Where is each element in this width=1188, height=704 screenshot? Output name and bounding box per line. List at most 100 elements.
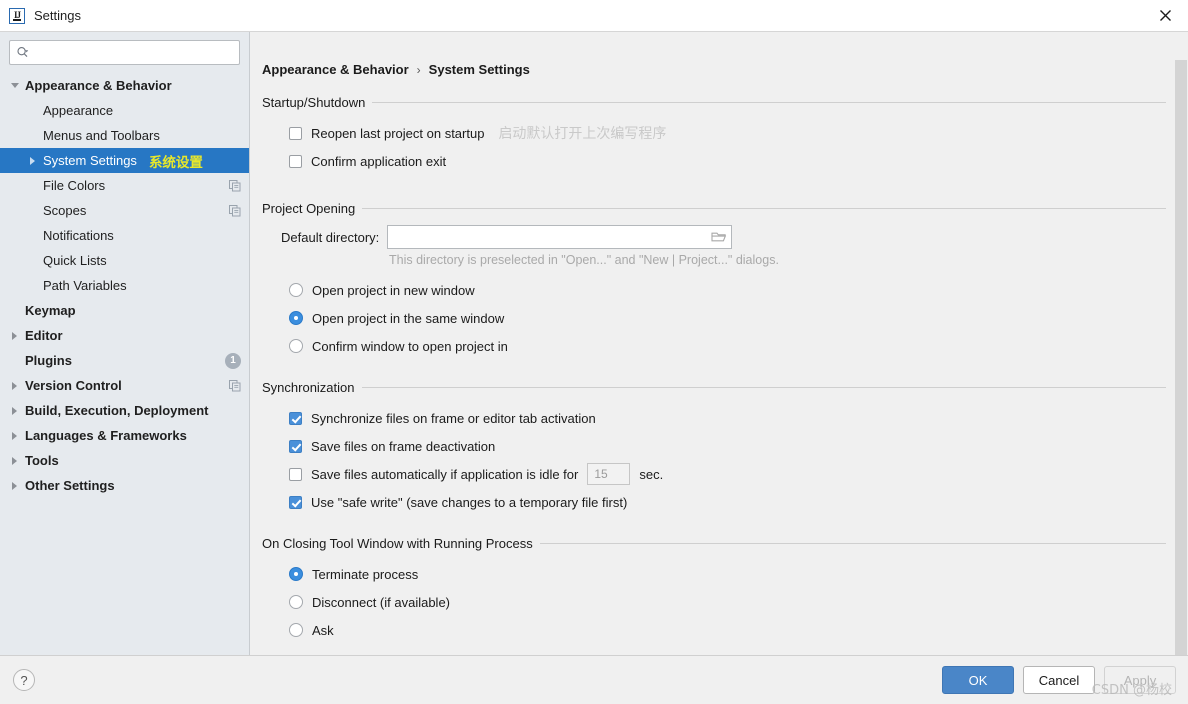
default-directory-input[interactable] bbox=[393, 229, 712, 245]
option-row[interactable]: Save files automatically if application … bbox=[262, 460, 1188, 488]
option-row[interactable]: Open project in the same window bbox=[262, 304, 1188, 332]
sidebar-item-file-colors[interactable]: File Colors bbox=[0, 173, 249, 198]
checkbox[interactable] bbox=[289, 126, 302, 140]
sidebar-item-other-settings[interactable]: Other Settings bbox=[0, 473, 249, 498]
sidebar-item-notifications[interactable]: Notifications bbox=[0, 223, 249, 248]
section-title: On Closing Tool Window with Running Proc… bbox=[262, 536, 533, 551]
radio-button[interactable] bbox=[289, 339, 303, 353]
idle-seconds-input[interactable]: 15 bbox=[587, 463, 631, 485]
checkbox[interactable] bbox=[289, 467, 302, 481]
option-label: Synchronize files on frame or editor tab… bbox=[311, 410, 596, 426]
section-title: Project Opening bbox=[262, 201, 356, 216]
sidebar-item-label: Other Settings bbox=[25, 478, 115, 493]
copy-icon bbox=[229, 204, 241, 217]
sidebar-item-menus-and-toolbars[interactable]: Menus and Toolbars bbox=[0, 123, 249, 148]
chevron-down-icon[interactable] bbox=[10, 80, 21, 91]
content-scrollbar[interactable] bbox=[1174, 60, 1188, 655]
sidebar-item-scopes[interactable]: Scopes bbox=[0, 198, 249, 223]
sidebar-item-path-variables[interactable]: Path Variables bbox=[0, 273, 249, 298]
help-button[interactable]: ? bbox=[13, 669, 35, 691]
breadcrumb: Appearance & Behavior › System Settings bbox=[262, 62, 1188, 77]
sidebar-item-quick-lists[interactable]: Quick Lists bbox=[0, 248, 249, 273]
option-row[interactable]: Terminate process bbox=[262, 560, 1188, 588]
sidebar-item-label: Appearance & Behavior bbox=[25, 78, 172, 93]
chevron-right-icon[interactable] bbox=[10, 455, 21, 466]
close-icon[interactable] bbox=[1142, 0, 1188, 31]
sidebar-item-plugins[interactable]: Plugins 1 bbox=[0, 348, 249, 373]
cancel-button[interactable]: Cancel bbox=[1023, 666, 1095, 694]
sidebar-item-label: Appearance bbox=[43, 103, 114, 118]
option-label: Disconnect (if available) bbox=[312, 594, 451, 610]
sidebar-item-label: Path Variables bbox=[43, 278, 127, 293]
sidebar-item-label: Tools bbox=[25, 453, 59, 468]
radio-button[interactable] bbox=[289, 623, 303, 637]
content-scrollbar-thumb[interactable] bbox=[1175, 60, 1187, 655]
search-input[interactable] bbox=[33, 44, 233, 61]
option-annotation: 启动默认打开上次编写程序 bbox=[498, 126, 667, 142]
radio-button[interactable] bbox=[289, 595, 303, 609]
sidebar-item-label: File Colors bbox=[43, 178, 106, 193]
section-project-opening: Project Opening Default directory: This di… bbox=[262, 201, 1188, 374]
sidebar-item-appearance[interactable]: Appearance bbox=[0, 98, 249, 123]
sidebar-item-tools[interactable]: Tools bbox=[0, 448, 249, 473]
chevron-right-icon[interactable] bbox=[10, 405, 21, 416]
option-row[interactable]: Reopen last project on startup 启动默认打开上次编写… bbox=[262, 119, 1188, 147]
sidebar-item-version-control[interactable]: Version Control bbox=[0, 373, 249, 398]
section-divider bbox=[362, 208, 1166, 209]
chevron-right-icon[interactable] bbox=[10, 480, 21, 491]
apply-button: Apply bbox=[1104, 666, 1176, 694]
section-divider bbox=[372, 102, 1166, 103]
radio-button[interactable] bbox=[289, 567, 303, 581]
option-row[interactable]: Confirm window to open project in bbox=[262, 332, 1188, 360]
settings-sections: Startup/Shutdown Reopen last project on s… bbox=[262, 95, 1188, 655]
settings-sidebar: Appearance & Behavior Appearance Menus and… bbox=[0, 32, 250, 655]
sidebar-item-languages-frameworks[interactable]: Languages & Frameworks bbox=[0, 423, 249, 448]
option-row[interactable]: Use "safe write" (save changes to a temp… bbox=[262, 488, 1188, 516]
chevron-right-icon[interactable] bbox=[10, 380, 21, 391]
title-bar: IJ Settings bbox=[0, 0, 1188, 31]
sidebar-item-keymap[interactable]: Keymap bbox=[0, 298, 249, 323]
chevron-right-icon[interactable] bbox=[28, 155, 39, 166]
chevron-right-icon[interactable] bbox=[10, 430, 21, 441]
default-directory-field[interactable] bbox=[387, 225, 733, 249]
option-row[interactable]: Save files on frame deactivation bbox=[262, 432, 1188, 460]
search-field[interactable] bbox=[9, 40, 240, 65]
radio-button[interactable] bbox=[289, 311, 303, 325]
sidebar-item-build-execution-deployment[interactable]: Build, Execution, Deployment bbox=[0, 398, 249, 423]
folder-icon[interactable] bbox=[711, 230, 727, 244]
radio-button[interactable] bbox=[289, 283, 303, 297]
breadcrumb-separator: › bbox=[416, 62, 421, 77]
sidebar-item-label: Build, Execution, Deployment bbox=[25, 403, 209, 418]
sidebar-item-editor[interactable]: Editor bbox=[0, 323, 249, 348]
ok-button[interactable]: OK bbox=[942, 666, 1014, 694]
option-row[interactable]: Disconnect (if available) bbox=[262, 588, 1188, 616]
checkbox[interactable] bbox=[289, 495, 302, 509]
chevron-right-icon[interactable] bbox=[10, 330, 21, 341]
window-title: Settings bbox=[34, 8, 81, 23]
option-label: Save files automatically if application … bbox=[311, 466, 579, 482]
option-row[interactable]: Ask bbox=[262, 616, 1188, 644]
sidebar-item-system-settings[interactable]: System Settings 系统设置 bbox=[0, 148, 249, 173]
sidebar-item-appearance-behavior[interactable]: Appearance & Behavior bbox=[0, 73, 249, 98]
default-directory-row: Default directory: bbox=[262, 225, 1188, 249]
option-row[interactable]: Confirm application exit bbox=[262, 147, 1188, 175]
checkbox[interactable] bbox=[289, 154, 302, 168]
section-header: Startup/Shutdown bbox=[262, 95, 1188, 110]
checkbox[interactable] bbox=[289, 411, 302, 425]
settings-dialog: IJ Settings Appearance & Behavior Appear… bbox=[0, 0, 1188, 704]
section-header: Synchronization bbox=[262, 380, 1188, 395]
copy-icon bbox=[229, 179, 241, 192]
option-row[interactable]: Open project in new window bbox=[262, 276, 1188, 304]
breadcrumb-parent[interactable]: Appearance & Behavior bbox=[262, 62, 409, 77]
checkbox[interactable] bbox=[289, 439, 302, 453]
default-directory-label: Default directory: bbox=[281, 229, 380, 245]
option-row[interactable]: Synchronize files on frame or editor tab… bbox=[262, 404, 1188, 432]
